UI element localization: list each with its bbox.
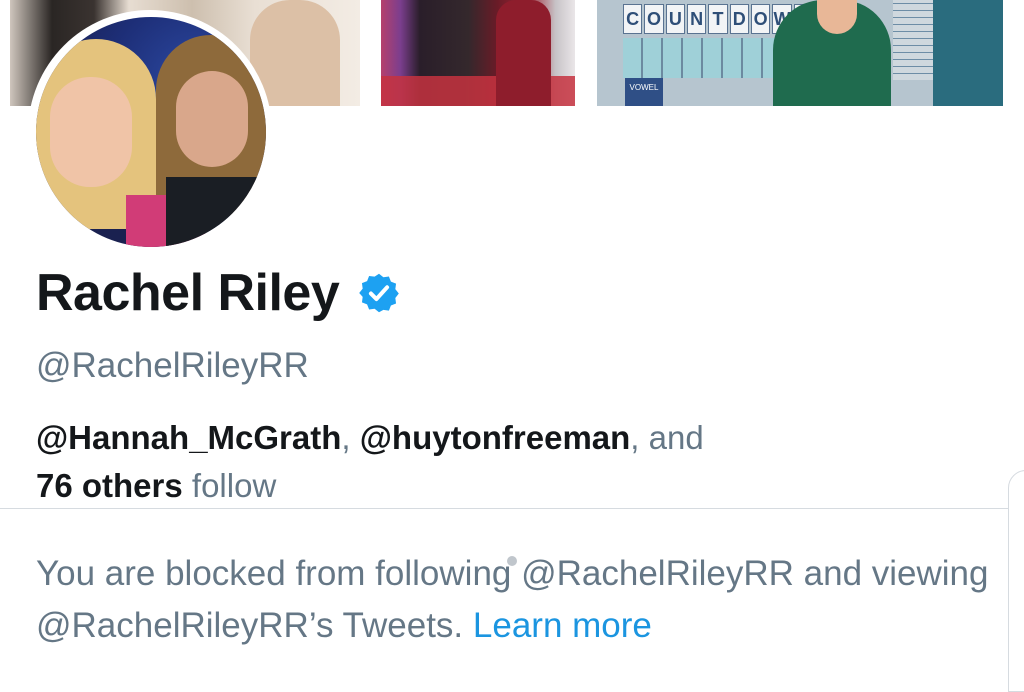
- header-photo-3[interactable]: COUNTDOWN VOWEL: [597, 0, 1003, 106]
- countdown-sign-letter: U: [665, 4, 685, 34]
- touch-indicator-dot: [507, 556, 517, 566]
- verified-badge-icon: [359, 273, 400, 313]
- countdown-sign-letter: D: [729, 4, 749, 34]
- bottom-sheet-edge: [1008, 470, 1024, 692]
- header-photo-2[interactable]: [381, 0, 575, 106]
- profile-name-row: Rachel Riley: [36, 258, 401, 328]
- learn-more-link[interactable]: Learn more: [473, 606, 652, 645]
- follower-link-1[interactable]: @Hannah_McGrath: [36, 419, 341, 456]
- separator-2: , and: [630, 419, 704, 456]
- photo-net: [893, 0, 933, 80]
- divider: [0, 508, 1024, 509]
- countdown-sign-letter: C: [623, 4, 643, 34]
- profile-handle: @RachelRileyRR: [36, 346, 309, 385]
- followers-you-know[interactable]: @Hannah_McGrath, @huytonfreeman, and 76 …: [36, 414, 936, 510]
- separator-1: ,: [341, 419, 360, 456]
- profile-name: Rachel Riley: [36, 264, 340, 322]
- follow-suffix: follow: [182, 467, 277, 504]
- countdown-sign-letter: O: [644, 4, 664, 34]
- avatar[interactable]: [36, 17, 266, 247]
- vowel-label: VOWEL: [625, 78, 663, 106]
- follower-link-2[interactable]: @huytonfreeman: [360, 419, 631, 456]
- countdown-sign-letter: N: [686, 4, 707, 34]
- photo-dress: [496, 0, 551, 106]
- countdown-sign-letter: O: [750, 4, 771, 34]
- christmas-tree: [933, 0, 1003, 106]
- countdown-sign-letter: T: [708, 4, 728, 34]
- others-count[interactable]: 76 others: [36, 467, 183, 504]
